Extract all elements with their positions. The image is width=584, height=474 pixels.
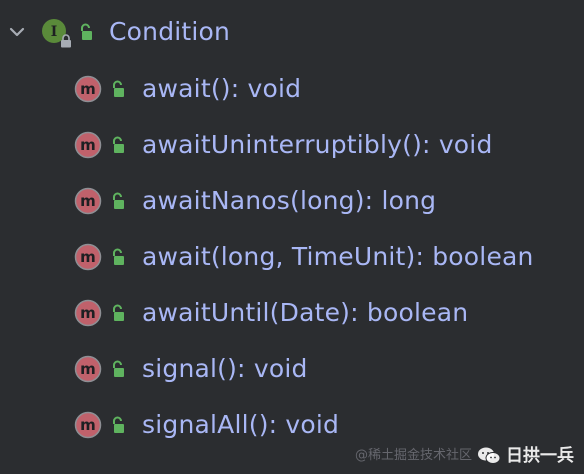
public-unlock-icon (113, 136, 124, 153)
method-icon: m (74, 187, 102, 215)
method-icon: m (74, 355, 102, 383)
tree-node-condition[interactable]: I Condition (0, 12, 584, 52)
method-icon: m (74, 131, 102, 159)
lock-icon (61, 34, 71, 48)
svg-text:m: m (80, 360, 96, 378)
method-icon: m (74, 299, 102, 327)
tree-node-method[interactable]: m await(): void (0, 68, 584, 108)
tree-node-method[interactable]: m awaitNanos(long): long (0, 180, 584, 220)
public-unlock-icon (113, 192, 124, 209)
method-label: await(long, TimeUnit): boolean (142, 242, 534, 271)
svg-text:I: I (51, 24, 58, 40)
public-unlock-icon (81, 23, 92, 40)
method-label: awaitUninterruptibly(): void (142, 130, 493, 159)
watermark-faint-text: @稀土掘金技术社区 (354, 448, 472, 463)
tree-node-method[interactable]: m await(long, TimeUnit): boolean (0, 236, 584, 276)
watermark: @稀土掘金技术社区 日拱一兵 (355, 446, 574, 466)
method-label: awaitNanos(long): long (142, 186, 437, 215)
tree-node-method[interactable]: m signal(): void (0, 348, 584, 388)
public-unlock-icon (113, 416, 124, 433)
tree-node-method[interactable]: m awaitUninterruptibly(): void (0, 124, 584, 164)
public-unlock-icon (113, 360, 124, 377)
method-label: await(): void (142, 74, 302, 103)
wechat-icon (478, 447, 501, 464)
svg-text:m: m (80, 80, 96, 98)
method-icon: m (74, 75, 102, 103)
method-icon: m (74, 411, 102, 439)
tree-node-method[interactable]: m signalAll(): void (0, 404, 584, 444)
chevron-down-icon[interactable] (8, 23, 26, 41)
method-label: signal(): void (142, 354, 308, 383)
method-label: awaitUntil(Date): boolean (142, 298, 469, 327)
method-label: signalAll(): void (142, 410, 340, 439)
method-icon: m (74, 243, 102, 271)
public-unlock-icon (113, 80, 124, 97)
watermark-brand: 日拱一兵 (506, 446, 574, 466)
interface-label: Condition (109, 17, 231, 46)
public-unlock-icon (113, 248, 124, 265)
tree-node-method[interactable]: m awaitUntil(Date): boolean (0, 292, 584, 332)
svg-text:m: m (80, 248, 96, 266)
public-unlock-icon (113, 304, 124, 321)
svg-text:m: m (80, 416, 96, 434)
svg-text:m: m (80, 304, 96, 322)
structure-tree: I Condition m await(): void m awaitUnint… (0, 0, 584, 474)
svg-text:m: m (80, 192, 96, 210)
svg-text:m: m (80, 136, 96, 154)
